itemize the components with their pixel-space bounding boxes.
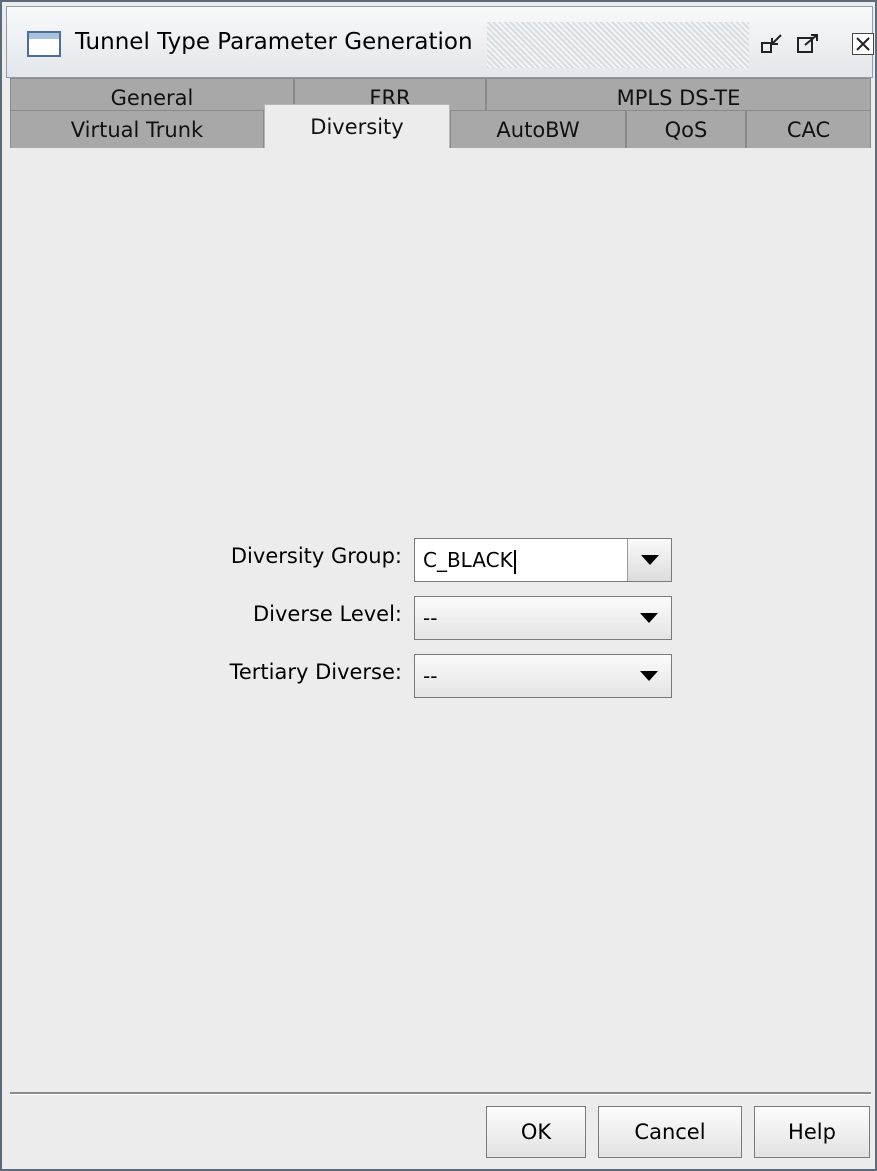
chevron-down-icon[interactable] (627, 539, 671, 581)
close-icon[interactable] (852, 33, 874, 55)
cancel-button[interactable]: Cancel (598, 1106, 742, 1158)
diverse-level-select[interactable]: -- (414, 596, 672, 640)
tab-virtual-trunk[interactable]: Virtual Trunk (10, 110, 264, 148)
tab-diversity[interactable]: Diversity (264, 104, 450, 148)
diversity-group-value[interactable]: C_BLACK (423, 548, 516, 574)
title-bar[interactable]: Tunnel Type Parameter Generation (6, 6, 874, 78)
window-icon (27, 31, 61, 57)
title-bar-fill (487, 22, 749, 68)
help-button[interactable]: Help (754, 1106, 870, 1158)
footer-separator (10, 1092, 871, 1095)
maximize-icon[interactable] (797, 33, 819, 55)
tertiary-diverse-value: -- (423, 664, 438, 688)
tab-qos[interactable]: QoS (626, 110, 746, 148)
diverse-level-value: -- (423, 606, 438, 630)
window-title: Tunnel Type Parameter Generation (75, 29, 473, 55)
diversity-panel: Diversity Group: C_BLACK Diverse Level: … (10, 148, 871, 1092)
tab-autobw[interactable]: AutoBW (450, 110, 626, 148)
text-caret (513, 549, 516, 574)
diversity-group-combo[interactable]: C_BLACK (414, 538, 672, 582)
diverse-level-label: Diverse Level: (252, 602, 402, 626)
dialog-window: Tunnel Type Parameter Generation General… (0, 0, 877, 1171)
tertiary-diverse-select[interactable]: -- (414, 654, 672, 698)
chevron-down-icon[interactable] (627, 597, 671, 639)
chevron-down-icon[interactable] (627, 655, 671, 697)
tab-cac[interactable]: CAC (746, 110, 871, 148)
tertiary-diverse-label: Tertiary Diverse: (229, 660, 402, 684)
minimize-icon[interactable] (761, 33, 783, 55)
ok-button[interactable]: OK (486, 1106, 586, 1158)
diversity-group-label: Diversity Group: (230, 544, 402, 568)
